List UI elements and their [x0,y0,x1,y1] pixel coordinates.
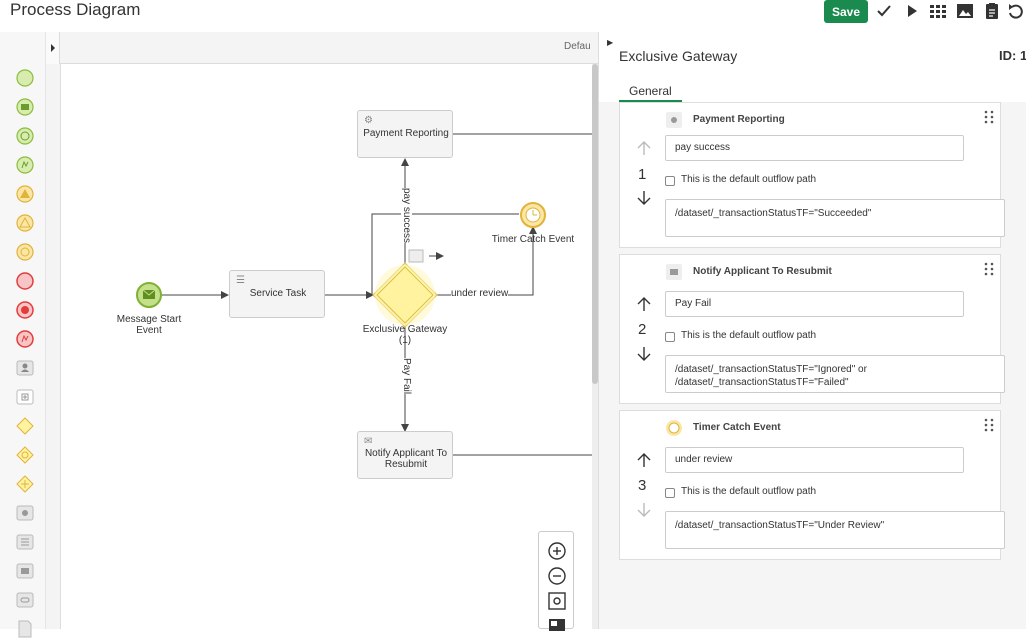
play-icon[interactable] [902,2,922,20]
user-task-icon[interactable] [15,358,35,378]
zoom-controls [538,531,574,631]
move-down-icon[interactable] [634,501,654,519]
service-task-icon[interactable] [15,503,35,523]
gear-icon: ⚙ [364,115,373,126]
timer-label: Timer Catch Event [491,234,575,245]
terminate-end-event-icon[interactable] [15,300,35,320]
flow-target-title: Payment Reporting [693,114,785,125]
grid-icon[interactable] [928,2,948,20]
timer-start-event-icon[interactable] [15,126,35,146]
element-palette [0,32,46,638]
default-path-checkbox[interactable] [665,176,675,186]
inclusive-gateway-icon[interactable] [15,445,35,465]
panel-title: Exclusive Gateway [619,48,738,64]
move-up-icon[interactable] [634,139,654,157]
flow-target-title: Timer Catch Event [693,422,781,433]
drag-handle-icon[interactable] [984,110,994,124]
flow-target-title: Notify Applicant To Resubmit [693,266,832,277]
data-object-icon[interactable] [15,619,35,639]
panel-collapse-icon[interactable]: ▶ [607,38,613,47]
clock-icon [666,420,682,436]
move-down-icon[interactable] [634,189,654,207]
gear-icon [666,112,682,128]
flow-card: Timer Catch Event 3 under review This is… [619,410,1005,560]
condition-name-input[interactable]: pay success [665,135,964,161]
default-path-label: This is the default outflow path [681,174,817,185]
task-label: Notify Applicant To Resubmit [364,448,448,470]
flow-order: 2 [638,321,647,338]
start-event-label: Message Start Event [116,314,182,336]
move-up-icon[interactable] [634,451,654,469]
message-start-event-icon[interactable] [15,97,35,117]
canvas-area: Defau ⚙ Payment Reporting ☰ Service Task… [46,32,598,629]
save-button[interactable]: Save [824,0,868,23]
flow-order: 3 [638,477,647,494]
default-path-label: This is the default outflow path [681,486,817,497]
page-title: Process Diagram [10,0,141,19]
clipboard-icon[interactable] [982,2,1002,20]
error-end-event-icon[interactable] [15,329,35,349]
properties-panel: ▶ Exclusive Gateway ID: 1 General Paymen… [598,32,1026,629]
flow-label-pay-success[interactable]: pay success [401,188,412,244]
link-icon[interactable] [15,590,35,610]
default-path-checkbox[interactable] [665,488,675,498]
canvas-default-label: Defau [564,41,591,52]
condition-name-input[interactable]: Pay Fail [665,291,964,317]
default-path-label: This is the default outflow path [681,330,817,341]
check-icon[interactable] [874,2,894,20]
diagram-connectors [136,133,593,456]
condition-expression[interactable]: /dataset/_transactionStatusTF="Succeeded… [665,199,1005,237]
timer-catch-icon[interactable] [15,242,35,262]
task-service-task[interactable]: ☰ Service Task [229,270,325,318]
exclusive-gateway-icon[interactable] [15,416,35,436]
element-id: ID: 1 [999,48,1026,63]
tab-general[interactable]: General [619,82,682,102]
palette-collapse-toggle[interactable] [46,32,60,64]
flow-label-pay-fail[interactable]: Pay Fail [401,358,412,395]
fit-to-screen-icon[interactable] [547,591,567,611]
send-task-icon[interactable] [15,561,35,581]
intermediate-signal-icon[interactable] [15,213,35,233]
image-icon[interactable] [955,2,975,20]
signal-start-event-icon[interactable] [15,155,35,175]
panel-header: ▶ Exclusive Gateway ID: 1 General [599,32,1026,102]
move-down-icon[interactable] [634,345,654,363]
condition-expression[interactable]: /dataset/_transactionStatusTF="Ignored" … [665,355,1005,393]
start-event-icon[interactable] [15,68,35,88]
top-bar: Process Diagram Save [0,0,1026,30]
intermediate-event-icon[interactable] [15,184,35,204]
drag-handle-icon[interactable] [984,262,994,276]
task-notify-applicant[interactable]: ✉ Notify Applicant To Resubmit [357,431,453,479]
drag-handle-icon[interactable] [984,418,994,432]
script-icon: ☰ [236,275,245,286]
condition-expression[interactable]: /dataset/_transactionStatusTF="Under Rev… [665,511,1005,549]
envelope-icon [666,264,682,280]
chevron-right-icon [51,44,55,52]
undo-icon[interactable] [1006,2,1026,20]
script-task-icon[interactable] [15,532,35,552]
flow-card: Payment Reporting 1 pay success This is … [619,102,1005,248]
zoom-in-icon[interactable] [547,541,567,561]
flow-label-under-review[interactable]: under review [451,288,509,299]
flow-order: 1 [638,166,647,183]
zoom-out-icon[interactable] [547,566,567,586]
condition-name-input[interactable]: under review [665,447,964,473]
move-up-icon[interactable] [634,295,654,313]
gateway-label: Exclusive Gateway (1) [362,324,448,346]
task-label: Service Task [249,288,307,299]
task-label: Payment Reporting [363,128,449,139]
envelope-icon: ✉ [364,436,373,447]
canvas-toolbar: Defau [46,32,598,64]
minimap-icon[interactable] [547,616,567,636]
parallel-gateway-icon[interactable] [15,474,35,494]
flow-card: Notify Applicant To Resubmit 2 Pay Fail … [619,254,1005,404]
default-path-checkbox[interactable] [665,332,675,342]
diagram-canvas[interactable]: ⚙ Payment Reporting ☰ Service Task ✉ Not… [60,64,593,629]
subprocess-icon[interactable] [15,387,35,407]
flow-list: Payment Reporting 1 pay success This is … [599,102,1026,629]
end-event-icon[interactable] [15,271,35,291]
task-payment-reporting[interactable]: ⚙ Payment Reporting [357,110,453,158]
